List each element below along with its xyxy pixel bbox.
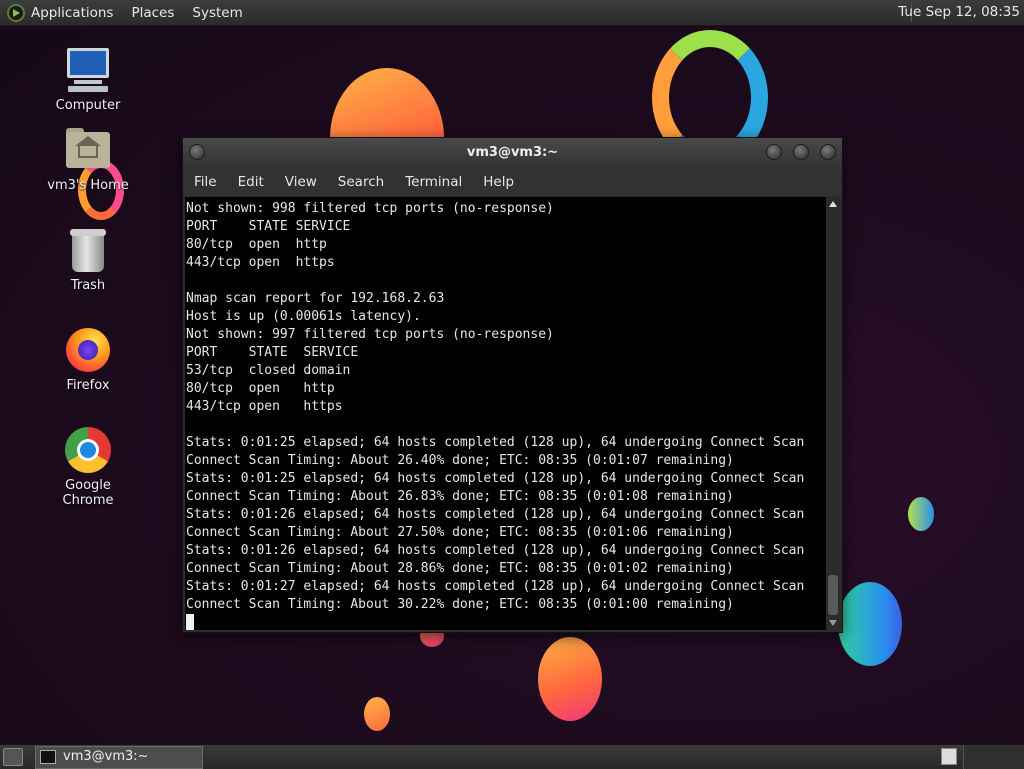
menu-terminal[interactable]: Terminal	[405, 174, 462, 190]
desktop-icon-label: vm3's Home	[47, 178, 129, 193]
wallpaper-blob	[838, 582, 902, 666]
terminal-line: 80/tcp open http	[186, 381, 335, 396]
workspace-switcher[interactable]	[941, 748, 957, 765]
menu-file[interactable]: File	[194, 174, 217, 190]
menu-view[interactable]: View	[285, 174, 317, 190]
window-title: vm3@vm3:~	[466, 145, 559, 160]
terminal-icon	[40, 750, 56, 764]
terminal-line: 53/tcp closed domain	[186, 363, 351, 378]
terminal-line: PORT STATE SERVICE	[186, 345, 359, 360]
menu-search[interactable]: Search	[338, 174, 384, 190]
computer-icon	[64, 46, 112, 94]
terminal-line: Nmap scan report for 192.168.2.63	[186, 291, 445, 306]
panel-tray	[963, 745, 1024, 769]
terminal-prompt-line	[186, 614, 826, 630]
scrollbar-thumb[interactable]	[828, 575, 838, 615]
menu-help[interactable]: Help	[483, 174, 514, 190]
terminal-window[interactable]: vm3@vm3:~ File Edit View Search Terminal…	[182, 137, 843, 633]
chrome-icon	[64, 426, 112, 474]
menu-edit[interactable]: Edit	[238, 174, 264, 190]
firefox-icon	[64, 326, 112, 374]
terminal-line: Not shown: 997 filtered tcp ports (no-re…	[186, 327, 554, 342]
wallpaper-blob	[538, 637, 602, 721]
window-titlebar[interactable]: vm3@vm3:~	[183, 138, 842, 167]
terminal-line: Stats: 0:01:25 elapsed; 64 hosts complet…	[186, 435, 805, 450]
desktop-icon-label: Trash	[70, 278, 106, 293]
terminal-line: 443/tcp open https	[186, 399, 343, 414]
desktop-icon-label: Computer	[55, 98, 121, 113]
terminal-line: Stats: 0:01:26 elapsed; 64 hosts complet…	[186, 543, 805, 558]
terminal-line: Stats: 0:01:26 elapsed; 64 hosts complet…	[186, 507, 805, 522]
desktop-icon-label: Firefox	[66, 378, 110, 393]
taskbar-item-terminal[interactable]: vm3@vm3:~	[35, 746, 203, 769]
home-folder-icon	[64, 126, 112, 174]
taskbar-item-label: vm3@vm3:~	[63, 749, 149, 764]
minimize-button[interactable]	[766, 144, 782, 160]
trash-icon	[64, 226, 112, 274]
show-desktop-icon[interactable]	[3, 748, 23, 766]
distro-logo-icon[interactable]	[7, 3, 25, 22]
desktop-icon-chrome[interactable]: Google Chrome	[38, 426, 138, 508]
terminal-scrollbar[interactable]	[826, 197, 840, 630]
desktop-icon-computer[interactable]: Computer	[38, 46, 138, 113]
desktop-icon-trash[interactable]: Trash	[38, 226, 138, 293]
terminal-output[interactable]: Not shown: 998 filtered tcp ports (no-re…	[185, 197, 826, 630]
text-cursor	[186, 614, 194, 630]
close-button[interactable]	[820, 144, 836, 160]
terminal-line: Stats: 0:01:27 elapsed; 64 hosts complet…	[186, 579, 805, 594]
clock[interactable]: Tue Sep 12, 08:35	[898, 4, 1020, 20]
scroll-up-icon[interactable]	[829, 201, 837, 207]
desktop-icon-firefox[interactable]: Firefox	[38, 326, 138, 393]
menu-applications[interactable]: Applications	[31, 5, 113, 21]
terminal-line: 80/tcp open http	[186, 237, 327, 252]
maximize-button[interactable]	[793, 144, 809, 160]
menu-places[interactable]: Places	[131, 5, 174, 21]
terminal-line: Stats: 0:01:25 elapsed; 64 hosts complet…	[186, 471, 805, 486]
top-panel: Applications Places System Tue Sep 12, 0…	[0, 0, 1024, 26]
terminal-line: Connect Scan Timing: About 27.50% done; …	[186, 525, 734, 540]
terminal-line: 443/tcp open https	[186, 255, 335, 270]
wallpaper-blob	[908, 497, 934, 531]
bottom-panel: vm3@vm3:~	[0, 744, 1024, 769]
wallpaper-blob	[364, 697, 390, 731]
terminal-line: Connect Scan Timing: About 26.83% done; …	[186, 489, 734, 504]
scroll-down-icon[interactable]	[829, 620, 837, 626]
terminal-line: Connect Scan Timing: About 30.22% done; …	[186, 597, 734, 612]
terminal-menubar: File Edit View Search Terminal Help	[183, 167, 842, 196]
terminal-line: Connect Scan Timing: About 28.86% done; …	[186, 561, 734, 576]
terminal-line: PORT STATE SERVICE	[186, 219, 351, 234]
menu-system[interactable]: System	[192, 5, 242, 21]
desktop-icon-home[interactable]: vm3's Home	[38, 126, 138, 193]
desktop-icon-label: Google Chrome	[62, 478, 114, 508]
terminal-line: Host is up (0.00061s latency).	[186, 309, 421, 324]
terminal-line: Connect Scan Timing: About 26.40% done; …	[186, 453, 734, 468]
terminal-line: Not shown: 998 filtered tcp ports (no-re…	[186, 201, 554, 216]
